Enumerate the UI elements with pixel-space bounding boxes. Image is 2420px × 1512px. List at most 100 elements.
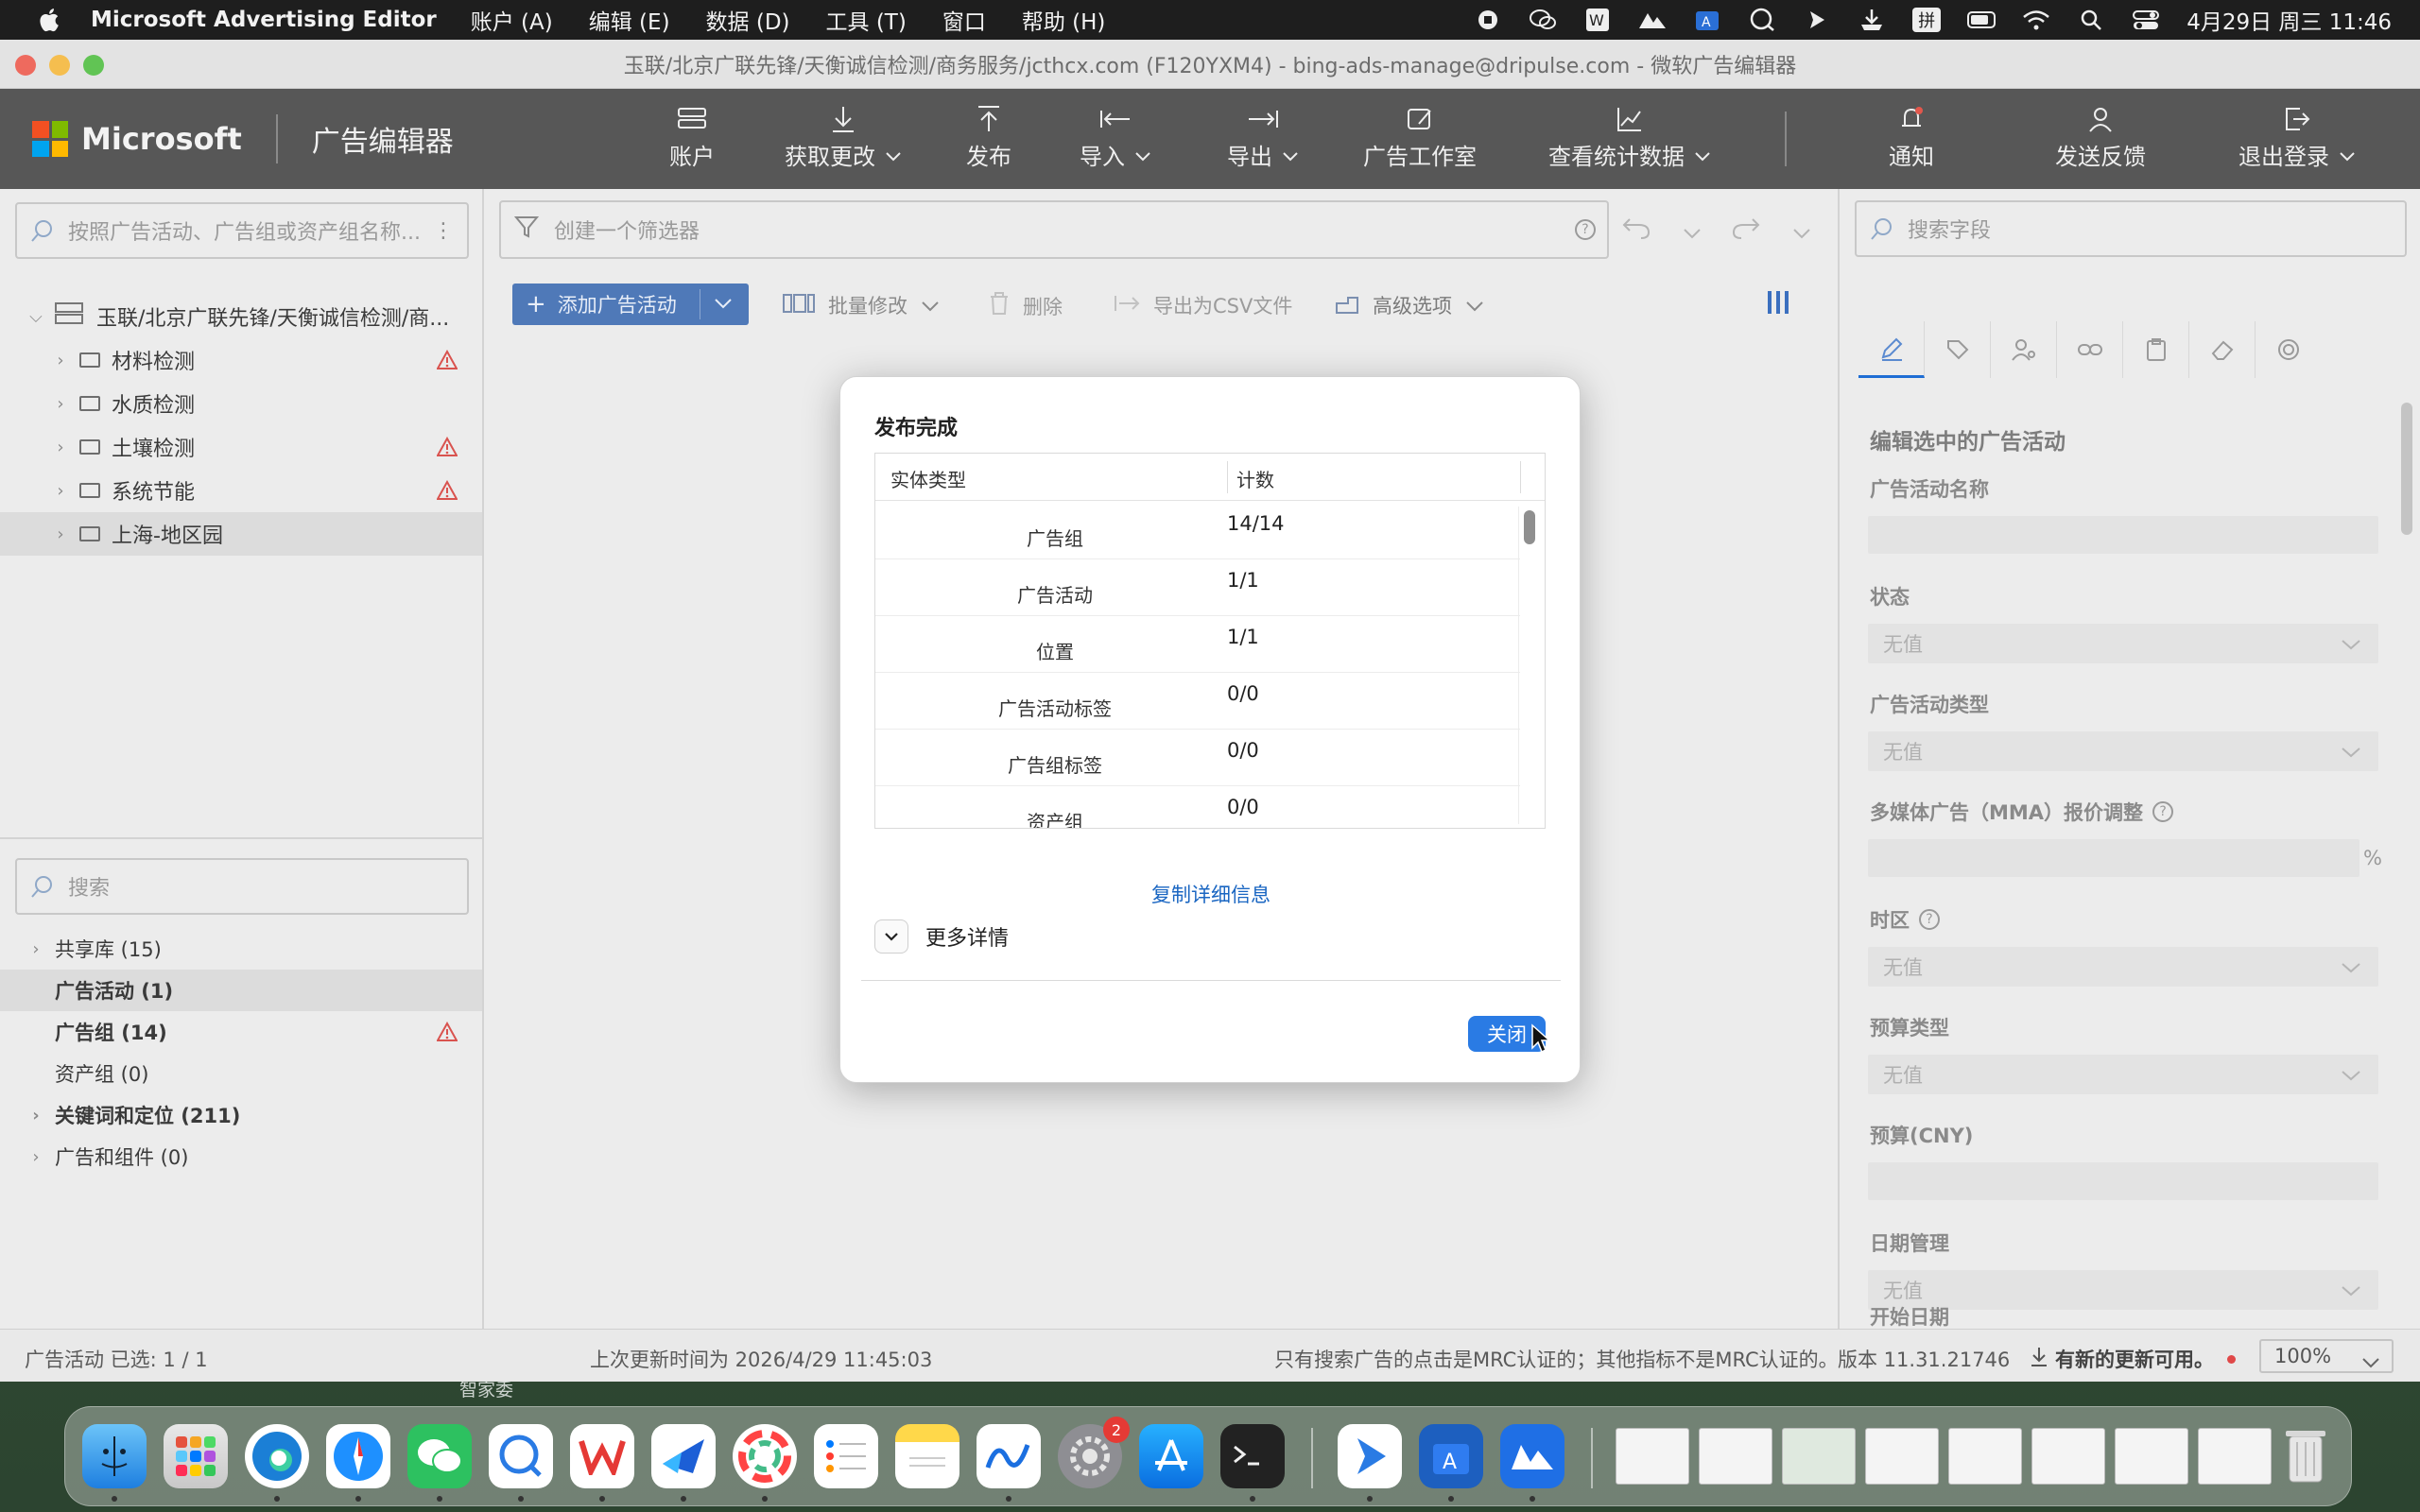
app-store-icon[interactable] (1139, 1424, 1203, 1488)
count-cell: 0/0 (1227, 682, 1259, 705)
minimized-window-thumbnail[interactable] (1948, 1428, 2022, 1485)
notification-badge: 2 (1103, 1417, 1130, 1443)
running-indicator (681, 1496, 686, 1502)
color-wheel-app-icon[interactable] (733, 1424, 797, 1502)
dialog-divider (861, 980, 1561, 981)
notes-icon[interactable] (895, 1424, 959, 1488)
running-indicator (1448, 1496, 1454, 1502)
copy-details-link[interactable]: 复制详细信息 (840, 880, 1582, 908)
lark-app-icon[interactable] (651, 1424, 716, 1502)
freeform-icon[interactable] (977, 1424, 1041, 1502)
entity-type-cell: 广告活动 (1017, 584, 1093, 607)
running-indicator (1367, 1496, 1373, 1502)
entity-type-cell: 广告组标签 (1008, 754, 1102, 777)
running-indicator (112, 1496, 117, 1502)
column-divider[interactable] (1227, 461, 1228, 493)
reminders-icon[interactable] (814, 1424, 878, 1488)
macos-menubar: Microsoft Advertising Editor 账户 (A) 编辑 (… (0, 0, 2420, 40)
running-indicator (355, 1496, 361, 1502)
edge-browser-icon[interactable] (245, 1424, 309, 1502)
column-header-entity[interactable]: 实体类型 (890, 465, 966, 492)
finder-icon[interactable] (82, 1424, 147, 1502)
publish-complete-dialog: 发布完成 实体类型 计数 广告组 14/14 广告活动 1/1 位置 1/1 广… (839, 376, 1581, 1083)
running-indicator (762, 1496, 768, 1502)
messaging-app-icon[interactable] (489, 1424, 553, 1502)
count-cell: 1/1 (1227, 569, 1259, 592)
minimized-window-thumbnail[interactable] (1616, 1428, 1689, 1485)
table-scrollbar[interactable] (1518, 507, 1541, 824)
wps-office-icon[interactable] (570, 1424, 634, 1502)
running-indicator (274, 1496, 280, 1502)
table-row: 广告活动 1/1 (875, 559, 1520, 616)
mouse-cursor-icon (1530, 1023, 1551, 1059)
menu-edit[interactable]: 编辑 (E) (589, 4, 670, 36)
entity-type-cell: 资产组 (1027, 811, 1083, 829)
table-scrollbar-thumb[interactable] (1524, 510, 1535, 544)
app-window: 玉联/北京广联先锋/天衡诚信检测/商务服务/jcthcx.com (F120YX… (0, 40, 2420, 1382)
wechat-icon[interactable] (1529, 8, 1557, 32)
arrow-play-icon[interactable] (1803, 8, 1831, 32)
running-indicator (437, 1496, 442, 1502)
dock-divider (1591, 1428, 1593, 1488)
entity-type-cell: 广告组 (1027, 527, 1083, 550)
advertising-editor-icon[interactable]: A (1419, 1424, 1483, 1502)
table-row: 广告活动标签 0/0 (875, 673, 1520, 730)
menu-data[interactable]: 数据 (D) (706, 4, 790, 36)
battery-icon[interactable] (1967, 8, 1996, 32)
dialog-title: 发布完成 (874, 417, 959, 440)
minimized-window-thumbnail[interactable] (2115, 1428, 2188, 1485)
minimized-window-thumbnail[interactable] (1865, 1428, 1939, 1485)
spotlight-search-icon[interactable] (2077, 8, 2105, 32)
entity-type-cell: 广告活动标签 (998, 697, 1112, 720)
column-header-count[interactable]: 计数 (1236, 465, 1274, 492)
chat-bubble-icon[interactable] (1748, 8, 1776, 32)
more-details-toggle[interactable]: 更多详情 (874, 919, 1009, 954)
wechat-app-icon[interactable] (407, 1424, 472, 1502)
dock-divider (1311, 1428, 1313, 1488)
remote-desktop-icon[interactable] (1338, 1424, 1402, 1502)
app-menu-name[interactable]: Microsoft Advertising Editor (91, 8, 437, 32)
count-cell: 0/0 (1227, 796, 1259, 818)
feishu-icon[interactable] (1500, 1424, 1564, 1502)
count-cell: 0/0 (1227, 739, 1259, 762)
count-cell: 1/1 (1227, 626, 1259, 648)
table-row: 广告组标签 0/0 (875, 730, 1520, 786)
ads-editor-status-icon[interactable]: A (1693, 8, 1721, 32)
menubar-clock[interactable]: 4月29日 周三 11:46 (2187, 4, 2392, 36)
system-settings-icon[interactable]: 2 (1058, 1417, 1130, 1488)
download-tray-icon[interactable] (1858, 8, 1886, 32)
menu-account[interactable]: 账户 (A) (471, 4, 553, 36)
svg-text:W: W (1589, 11, 1604, 29)
running-indicator (518, 1496, 524, 1502)
running-indicator (599, 1496, 605, 1502)
close-button-label: 关闭 (1487, 1023, 1527, 1046)
running-indicator (1006, 1496, 1011, 1502)
minimized-window-thumbnail[interactable] (2198, 1428, 2272, 1485)
desktop-label: 智家委 (459, 1380, 514, 1400)
launchpad-icon[interactable] (164, 1424, 228, 1488)
control-center-icon[interactable] (2132, 8, 2160, 32)
menu-window[interactable]: 窗口 (942, 4, 986, 36)
menu-tools[interactable]: 工具 (T) (826, 4, 907, 36)
minimized-window-thumbnail[interactable] (2031, 1428, 2105, 1485)
mountain-icon[interactable] (1638, 8, 1667, 32)
minimized-window-thumbnail[interactable] (1699, 1428, 1772, 1485)
input-method-icon[interactable]: 拼 (1912, 8, 1942, 32)
table-header: 实体类型 计数 (875, 454, 1545, 501)
wps-icon[interactable]: W (1583, 8, 1612, 32)
wifi-icon[interactable] (2022, 8, 2050, 32)
column-divider[interactable] (1520, 461, 1521, 493)
terminal-icon[interactable] (1220, 1424, 1285, 1502)
chevron-down-icon[interactable] (874, 919, 908, 954)
publish-results-table: 实体类型 计数 广告组 14/14 广告活动 1/1 位置 1/1 广告活动标签… (874, 453, 1546, 829)
minimized-window-thumbnail[interactable] (1782, 1428, 1856, 1485)
count-cell: 14/14 (1227, 512, 1285, 535)
safari-icon[interactable] (326, 1424, 390, 1502)
table-row: 资产组 0/0 (875, 786, 1520, 829)
svg-text:A: A (1702, 15, 1711, 30)
menu-help[interactable]: 帮助 (H) (1022, 4, 1106, 36)
apple-menu-icon[interactable] (34, 6, 62, 34)
trash-icon[interactable] (2273, 1424, 2338, 1488)
record-icon[interactable] (1474, 8, 1502, 32)
entity-type-cell: 位置 (1036, 641, 1074, 663)
